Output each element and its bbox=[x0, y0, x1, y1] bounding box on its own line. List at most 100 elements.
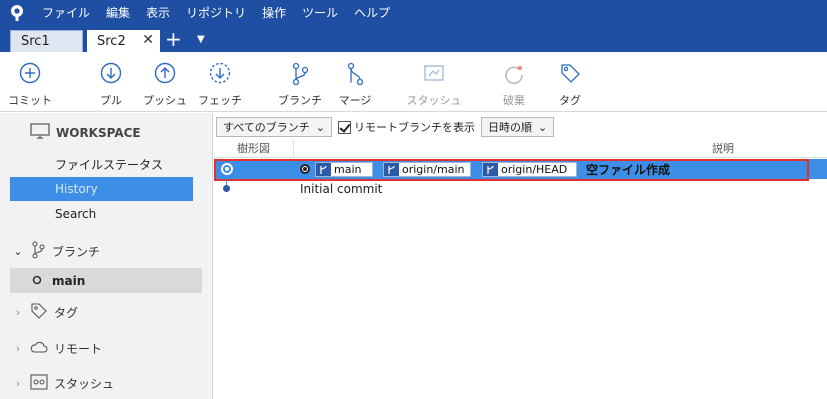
branch-icon bbox=[30, 240, 46, 262]
workspace-header: WORKSPACE bbox=[30, 123, 141, 142]
arrow-up-circle-icon bbox=[135, 62, 195, 88]
branch-icon bbox=[384, 163, 399, 176]
menu-help[interactable]: ヘルプ bbox=[346, 0, 398, 26]
order-dropdown[interactable]: 日時の順 ⌄ bbox=[481, 117, 555, 137]
show-remote-label: リモートブランチを表示 bbox=[354, 121, 476, 134]
sidebar-item-search[interactable]: Search bbox=[10, 202, 193, 226]
commit-message: Initial commit bbox=[300, 182, 383, 196]
branch-button[interactable]: ブランチ bbox=[270, 62, 330, 108]
stash-button[interactable]: スタッシュ bbox=[404, 62, 464, 108]
sidebar-item-file-status[interactable]: ファイルステータス bbox=[10, 153, 193, 177]
stash-icon bbox=[404, 62, 464, 88]
ref-badge-origin-head: origin/HEAD bbox=[482, 162, 577, 177]
merge-icon bbox=[325, 62, 385, 88]
stash-label: スタッシュ bbox=[406, 94, 462, 107]
tab-bar: Src1 Src2 ✕ + ▼ bbox=[0, 26, 827, 52]
ref-label: origin/HEAD bbox=[501, 163, 568, 176]
tag-icon bbox=[30, 302, 48, 323]
push-label: プッシュ bbox=[143, 94, 187, 107]
branch-label: ブランチ bbox=[278, 94, 322, 107]
tag-label: タグ bbox=[559, 94, 581, 107]
sidebar-section-branches[interactable]: ⌄ ブランチ bbox=[12, 239, 100, 263]
add-tab-icon[interactable]: + bbox=[165, 27, 182, 51]
toolbar: コミット プル プッシュ フェッチ ブランチ マージ スタッシュ 破棄 タグ bbox=[0, 52, 827, 112]
chevron-right-icon: › bbox=[15, 376, 21, 390]
fetch-label: フェッチ bbox=[198, 94, 242, 107]
menu-actions[interactable]: 操作 bbox=[254, 0, 294, 26]
description-column-header[interactable]: 説明 bbox=[712, 140, 734, 158]
ref-badge-origin-main: origin/main bbox=[383, 162, 471, 177]
sidebar-item-history[interactable]: History bbox=[10, 177, 193, 201]
branches-label: ブランチ bbox=[52, 244, 101, 259]
sidebar-section-stash[interactable]: › スタッシュ bbox=[12, 371, 114, 395]
history-panel: すべてのブランチ ⌄ リモートブランチを表示 日時の順 ⌄ 樹形図 説明 mai… bbox=[214, 113, 827, 399]
show-remote-checkbox[interactable]: リモートブランチを表示 bbox=[338, 119, 475, 135]
tab-src2[interactable]: Src2 ✕ bbox=[87, 30, 160, 52]
commit-row[interactable]: Initial commit bbox=[214, 179, 827, 199]
chevron-right-icon: › bbox=[15, 341, 21, 355]
branch-name: main bbox=[52, 273, 86, 288]
current-branch-icon bbox=[32, 274, 42, 288]
cloud-icon bbox=[30, 340, 48, 357]
sidebar-section-remote[interactable]: › リモート bbox=[12, 336, 102, 360]
pull-button[interactable]: プル bbox=[81, 62, 141, 108]
branch-icon bbox=[270, 62, 330, 88]
column-header: 樹形図 説明 bbox=[214, 140, 827, 158]
filter-bar: すべてのブランチ ⌄ リモートブランチを表示 日時の順 ⌄ bbox=[214, 116, 555, 138]
graph-node-icon bbox=[221, 163, 233, 175]
menu-bar: ファイル 編集 表示 リポジトリ 操作 ツール ヘルプ bbox=[0, 0, 827, 26]
close-icon[interactable]: ✕ bbox=[142, 32, 154, 48]
head-indicator-icon bbox=[300, 164, 310, 174]
ref-label: origin/main bbox=[402, 163, 465, 176]
remote-label: リモート bbox=[54, 341, 103, 356]
stash-icon bbox=[30, 373, 48, 393]
discard-label: 破棄 bbox=[503, 94, 525, 107]
menu-tools[interactable]: ツール bbox=[294, 0, 346, 26]
branch-filter-dropdown[interactable]: すべてのブランチ ⌄ bbox=[216, 117, 333, 137]
sidebar-section-tags[interactable]: › タグ bbox=[12, 300, 78, 324]
menu-file[interactable]: ファイル bbox=[34, 0, 98, 26]
chevron-down-icon[interactable]: ▼ bbox=[197, 28, 205, 52]
sourcetree-logo-icon bbox=[0, 0, 34, 26]
chevron-right-icon: › bbox=[15, 305, 21, 319]
chevron-down-icon: ⌄ bbox=[538, 120, 548, 134]
tag-button[interactable]: タグ bbox=[540, 62, 600, 108]
workspace-title: WORKSPACE bbox=[56, 125, 141, 140]
merge-label: マージ bbox=[338, 94, 372, 107]
discard-icon bbox=[484, 62, 544, 88]
sidebar-branch-main[interactable]: main bbox=[10, 268, 202, 293]
branch-icon bbox=[483, 163, 498, 176]
tag-icon bbox=[540, 62, 600, 88]
commit-row[interactable]: main origin/main origin/HEAD 空ファイル作成 bbox=[214, 159, 827, 179]
menu-repository[interactable]: リポジトリ bbox=[178, 0, 254, 26]
pull-label: プル bbox=[100, 94, 122, 107]
arrow-down-circle-icon bbox=[81, 62, 141, 88]
menu-view[interactable]: 表示 bbox=[138, 0, 178, 26]
order-value: 日時の順 bbox=[488, 121, 533, 134]
branch-filter-value: すべてのブランチ bbox=[223, 121, 310, 134]
menu-edit[interactable]: 編集 bbox=[98, 0, 138, 26]
tab-label: Src1 bbox=[21, 34, 50, 49]
merge-button[interactable]: マージ bbox=[325, 62, 385, 108]
branch-icon bbox=[316, 163, 331, 176]
plus-circle-icon bbox=[0, 62, 60, 88]
fetch-button[interactable]: フェッチ bbox=[190, 62, 250, 108]
discard-button[interactable]: 破棄 bbox=[484, 62, 544, 108]
fetch-icon bbox=[190, 62, 250, 88]
monitor-icon bbox=[30, 123, 50, 142]
tab-src1[interactable]: Src1 bbox=[10, 30, 83, 52]
graph-column-header[interactable]: 樹形図 bbox=[214, 140, 294, 158]
commit-button[interactable]: コミット bbox=[0, 62, 60, 108]
checkbox-checked[interactable] bbox=[338, 120, 352, 134]
push-button[interactable]: プッシュ bbox=[135, 62, 195, 108]
tab-label: Src2 bbox=[97, 33, 126, 49]
chevron-down-icon: ⌄ bbox=[13, 244, 23, 258]
ref-badge-main: main bbox=[315, 162, 373, 177]
sidebar: WORKSPACE ファイルステータス History Search ⌄ ブラン… bbox=[0, 113, 213, 399]
tags-label: タグ bbox=[54, 305, 79, 320]
chevron-down-icon: ⌄ bbox=[315, 120, 326, 134]
commit-message: 空ファイル作成 bbox=[586, 163, 671, 177]
ref-label: main bbox=[334, 163, 362, 176]
stash-label: スタッシュ bbox=[54, 376, 115, 391]
commit-label: コミット bbox=[8, 94, 52, 107]
